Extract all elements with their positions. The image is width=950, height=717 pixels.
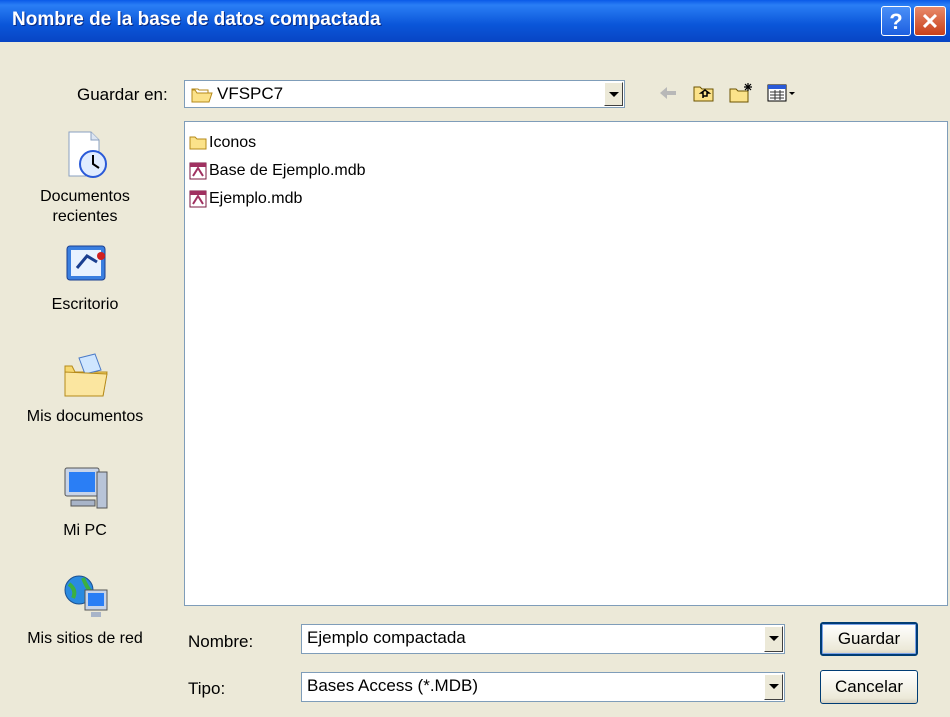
file-name: Ejemplo.mdb	[209, 190, 303, 207]
place-label: Mis documentos	[26, 408, 144, 425]
save-in-dropdown[interactable]: VFSPC7	[184, 80, 625, 108]
network-places-icon	[57, 575, 113, 628]
place-label: Escritorio	[51, 296, 119, 313]
file-name: Iconos	[209, 134, 257, 151]
filename-field[interactable]: Ejemplo compactada	[301, 624, 785, 654]
view-menu-icon[interactable]	[766, 82, 798, 104]
help-button[interactable]: ?	[881, 6, 911, 36]
place-my-documents[interactable]: Mis documentos	[0, 352, 170, 427]
close-button[interactable]: ✕	[914, 6, 946, 36]
recent-documents-icon	[57, 131, 113, 186]
filetype-label: Tipo:	[188, 679, 226, 698]
folder-icon	[189, 134, 207, 155]
back-arrow-icon[interactable]	[657, 82, 679, 104]
access-db-icon	[189, 162, 207, 185]
up-one-level-icon[interactable]	[692, 82, 716, 104]
filetype-select[interactable]: Bases Access (*.MDB)	[301, 672, 785, 702]
my-computer-icon	[57, 467, 113, 520]
save-in-label: Guardar en:	[77, 85, 168, 104]
place-recent-documents[interactable]: Documentos recientes	[0, 128, 170, 227]
filetype-value: Bases Access (*.MDB)	[307, 676, 478, 695]
place-my-computer[interactable]: Mi PC	[0, 462, 170, 541]
save-in-dropdown-button[interactable]	[604, 82, 623, 106]
folder-open-icon	[191, 86, 213, 109]
filename-label: Nombre:	[188, 632, 254, 651]
my-documents-icon	[57, 353, 113, 406]
window-title: Nombre de la base de datos compactada	[12, 9, 381, 30]
place-label: Mis sitios de red	[27, 630, 143, 647]
place-desktop[interactable]: Escritorio	[0, 242, 170, 315]
cancel-button[interactable]: Cancelar	[820, 670, 918, 704]
save-in-value: VFSPC7	[217, 84, 284, 103]
save-button[interactable]: Guardar	[820, 622, 918, 656]
filetype-dropdown-button[interactable]	[764, 674, 783, 700]
filename-dropdown-button[interactable]	[764, 626, 783, 652]
desktop-icon	[57, 245, 113, 294]
place-label: Mi PC	[63, 522, 107, 539]
new-folder-icon[interactable]	[728, 82, 754, 104]
file-list[interactable]: Iconos Base de Ejemplo.mdb Ejemplo.mdb	[184, 121, 948, 606]
place-network-places[interactable]: Mis sitios de red	[0, 572, 170, 649]
place-label-line2: recientes	[52, 208, 118, 225]
title-bar[interactable]: Nombre de la base de datos compactada ? …	[0, 0, 950, 42]
file-name: Base de Ejemplo.mdb	[209, 162, 366, 179]
place-label: Documentos	[40, 188, 130, 205]
access-db-icon	[189, 190, 207, 213]
filename-value: Ejemplo compactada	[307, 628, 466, 647]
